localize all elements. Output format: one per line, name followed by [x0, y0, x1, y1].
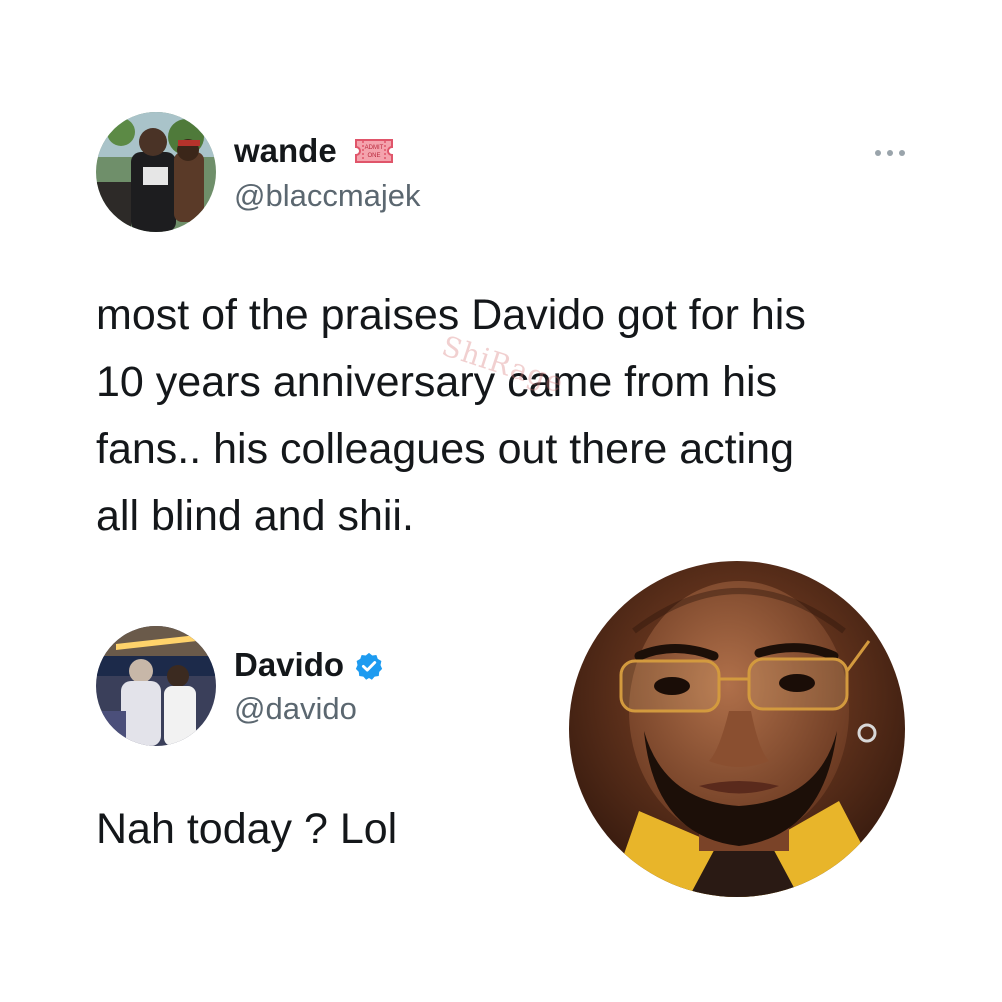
tweet-text-line: all blind and shii.: [96, 492, 414, 540]
display-name-text: Davido: [234, 646, 345, 683]
verified-badge-icon: [354, 651, 384, 681]
avatar-wande[interactable]: [96, 112, 216, 232]
display-name-text: wande: [234, 132, 337, 169]
handle-blaccmajek[interactable]: @blaccmajek: [234, 176, 421, 216]
avatar-wande-image: [96, 112, 216, 232]
svg-text:ONE: ONE: [367, 153, 380, 159]
tweet-text-line: Nah today ? Lol: [96, 805, 398, 853]
display-name-davido[interactable]: Davido: [234, 645, 344, 685]
tweet-text-wande: most of the praises Davido got for his 1…: [96, 282, 806, 550]
avatar-davido-image: [96, 626, 216, 746]
svg-text:ADMIT: ADMIT: [365, 145, 384, 151]
avatar-davido[interactable]: [96, 626, 216, 746]
tweet-card-wande: wande ADMIT ONE @blaccmajek most of the …: [0, 0, 1002, 560]
more-horizontal-icon[interactable]: [874, 142, 906, 162]
admit-one-ticket-icon: ADMIT ONE: [353, 137, 395, 165]
tweet-text-line: fans.. his colleagues out there acting: [96, 425, 794, 473]
display-name-wande[interactable]: wande: [234, 131, 337, 171]
handle-davido[interactable]: @davido: [234, 689, 357, 729]
tweet-text-davido: Nah today ? Lol: [96, 796, 397, 863]
davido-portrait-photo: [569, 561, 905, 897]
